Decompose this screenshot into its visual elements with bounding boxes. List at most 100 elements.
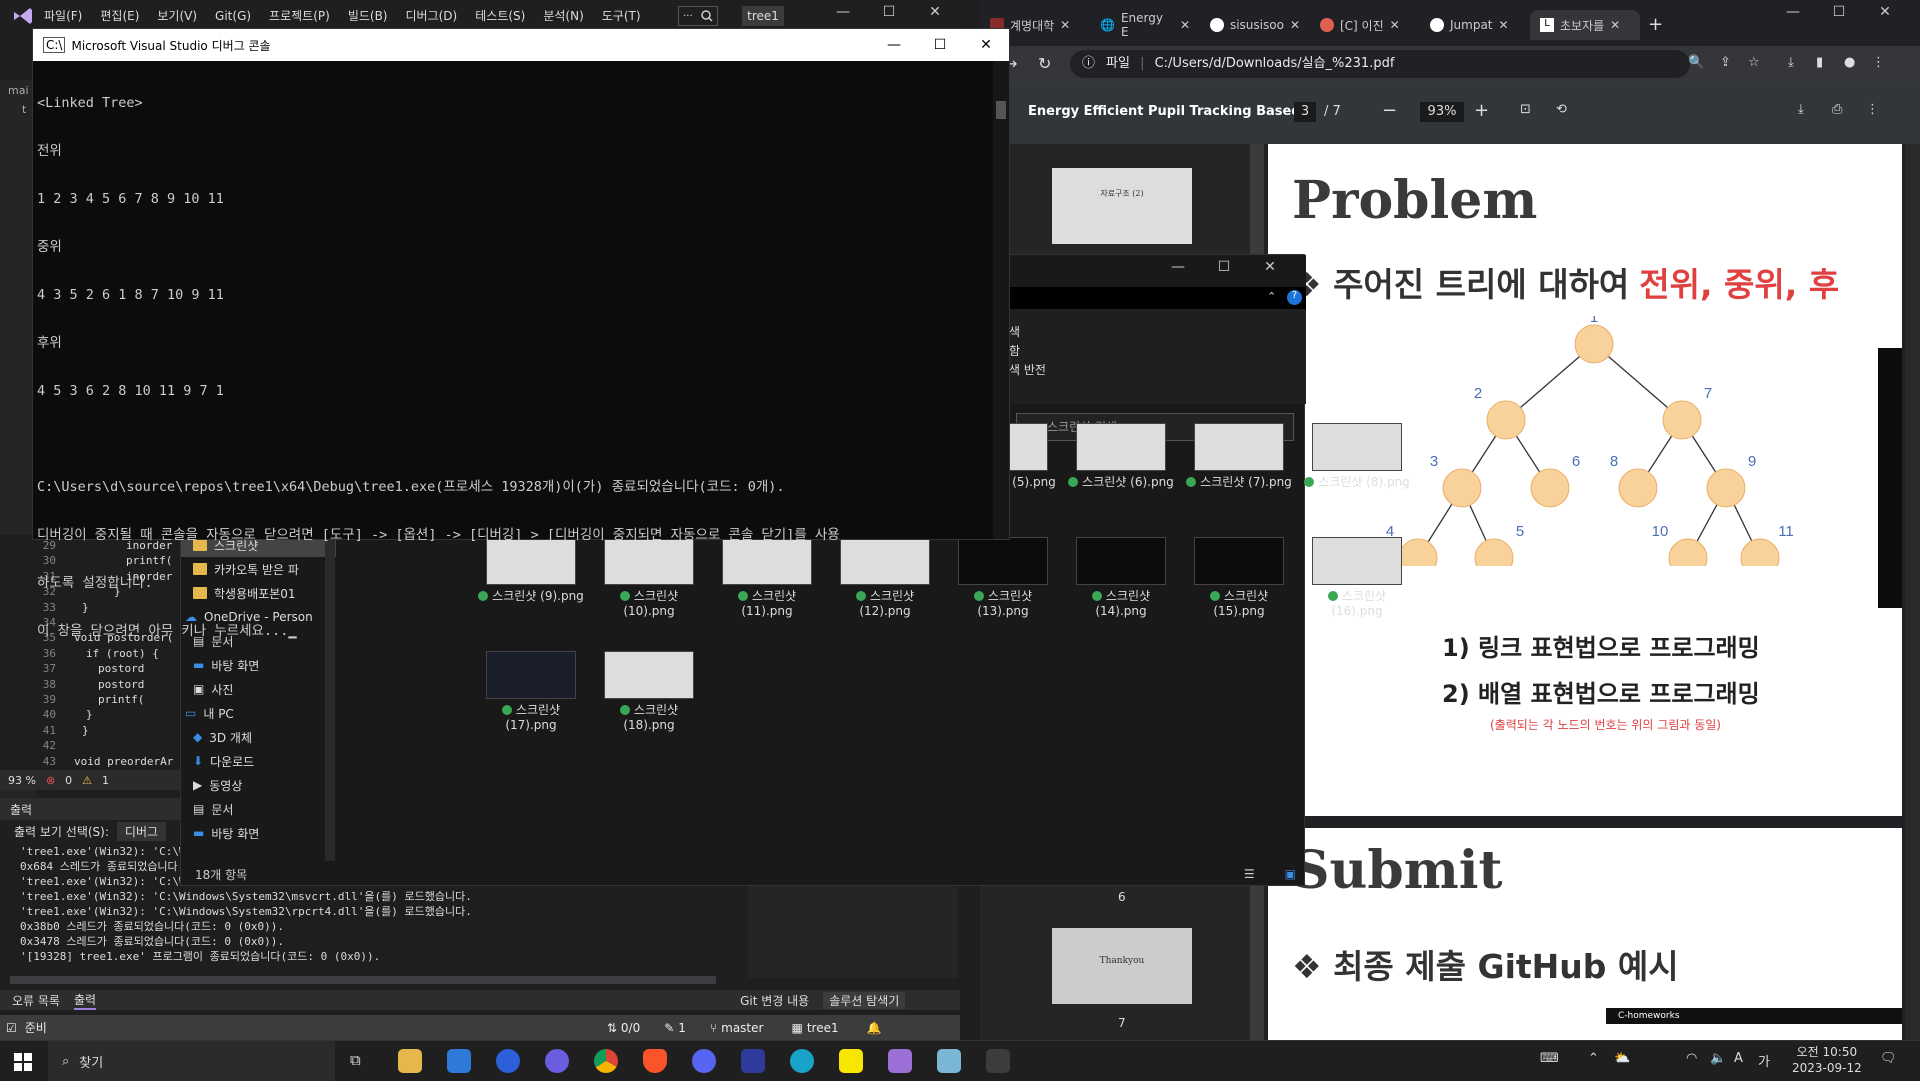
warning-count[interactable]: 1 [102,774,109,787]
ime-mode[interactable]: A [1734,1051,1743,1066]
branch-name[interactable]: master [721,1021,763,1035]
tab-error-list[interactable]: 오류 목록 [12,992,60,1009]
bookmark-star-icon[interactable]: ☆ [1748,55,1760,70]
brave-taskbar-icon[interactable] [643,1049,667,1073]
close-icon[interactable]: ✕ [1390,18,1400,32]
side-panel-icon[interactable]: ▮ [1816,55,1823,70]
thumbnail-view-icon[interactable]: ▣ [1285,867,1296,881]
wifi-icon[interactable]: ◠ [1686,1051,1697,1066]
file-name[interactable]: 스크린샷 (8).png [1302,475,1412,490]
new-tab-icon[interactable]: + [1648,14,1663,35]
ime-language[interactable]: 가 [1758,1051,1770,1070]
error-count[interactable]: 0 [65,774,72,787]
scroll-thumb[interactable] [996,101,1006,119]
edge-taskbar-icon[interactable] [790,1049,814,1073]
page-number-input[interactable]: 3 [1294,102,1316,122]
menu-test[interactable]: 테스트(S) [475,7,525,24]
close-icon[interactable]: ✕ [1180,18,1190,32]
menu-view[interactable]: 보기(V) [157,7,197,24]
minimize-icon[interactable]: — [820,4,866,20]
close-icon[interactable]: ✕ [963,37,1009,53]
touch-keyboard-icon[interactable]: ⌨ [1540,1051,1559,1066]
maximize-icon[interactable]: ☐ [917,37,963,53]
file-thumbnail[interactable] [1194,423,1284,471]
chrome-taskbar-icon[interactable] [594,1049,618,1073]
file-thumbnail[interactable] [1312,423,1402,471]
download-icon[interactable]: ⤓ [1788,55,1794,70]
tab-git-changes[interactable]: Git 변경 내용 [740,992,809,1009]
print-icon[interactable]: ⎙ [1832,102,1842,117]
browser-tab[interactable]: [C] 이진 ✕ [1310,10,1420,40]
file-thumbnail[interactable] [1194,537,1284,585]
nav-item-pictures[interactable]: ▣ 사진 [181,677,336,701]
app-taskbar-icon[interactable] [545,1049,569,1073]
vs-search-button[interactable]: ··· [678,6,718,26]
tab-solution-explorer[interactable]: 솔루션 탐색기 [823,991,906,1009]
nav-item-3d-objects[interactable]: ◆ 3D 개체 [181,725,336,749]
close-icon[interactable]: ✕ [1060,18,1070,32]
file-name[interactable]: 스크린샷 (6).png [1066,475,1176,490]
rotate-icon[interactable]: ⟲ [1556,102,1567,117]
zoom-search-icon[interactable]: 🔍 [1688,55,1704,70]
file-explorer-taskbar-icon[interactable] [398,1049,422,1073]
page-thumbnail[interactable]: Thankyou [1052,928,1192,1004]
repo-name[interactable]: tree1 [807,1021,839,1035]
file-name[interactable]: 스크린샷 (16).png [1302,589,1412,619]
output-source-dropdown[interactable]: 디버그 [116,821,167,841]
menu-debug[interactable]: 디버그(D) [406,7,458,24]
console-output[interactable]: <Linked Tree> 전위 1 2 3 4 5 6 7 8 9 10 11… [33,61,1009,673]
discord-taskbar-icon[interactable] [692,1049,716,1073]
close-icon[interactable]: ✕ [1499,18,1509,32]
zoom-in-icon[interactable]: + [1474,100,1489,121]
console-taskbar-icon[interactable] [986,1049,1010,1073]
file-name[interactable]: 스크린샷 (15).png [1184,589,1294,619]
app-taskbar-icon[interactable] [741,1049,765,1073]
nav-item-this-pc[interactable]: ▭ 내 PC [181,701,336,725]
kakaotalk-taskbar-icon[interactable] [839,1049,863,1073]
notification-bell-icon[interactable]: 🔔 [867,1021,882,1035]
close-icon[interactable]: ✕ [1610,18,1620,32]
app-taskbar-icon[interactable] [937,1049,961,1073]
sync-count[interactable]: 0/0 [621,1021,640,1035]
pending-changes-count[interactable]: 1 [678,1021,686,1035]
menu-edit[interactable]: 편집(E) [100,7,139,24]
minimize-icon[interactable]: — [1770,4,1816,20]
pdf-menu-icon[interactable]: ⋮ [1866,102,1879,117]
output-horizontal-scrollbar[interactable] [10,976,716,984]
taskbar-search[interactable]: ⌕ 찾기 [48,1041,335,1081]
menu-file[interactable]: 파일(F) [44,7,82,24]
nav-item-videos[interactable]: ▶ 동영상 [181,773,336,797]
fit-page-icon[interactable]: ⊡ [1520,102,1531,117]
menu-project[interactable]: 프로젝트(P) [269,7,330,24]
pdf-page-scrollbar[interactable] [1905,144,1920,1040]
menu-build[interactable]: 빌드(B) [348,7,388,24]
page-thumbnail[interactable]: 자료구조 (2) [1052,168,1192,244]
nav-item-desktop-pc[interactable]: ▬ 바탕 화면 [181,821,336,845]
file-name[interactable]: 스크린샷 (14).png [1066,589,1176,619]
url-bar[interactable]: ⓘ 파일 | C:/Users/d/Downloads/실습_%231.pdf [1070,50,1690,78]
file-thumbnail[interactable] [1076,537,1166,585]
clock[interactable]: 오전 10:50 2023-09-12 [1792,1044,1862,1076]
file-thumbnail[interactable] [1312,537,1402,585]
browser-tab[interactable]: Jumpat ✕ [1420,10,1530,40]
mail-taskbar-icon[interactable] [447,1049,471,1073]
file-thumbnail[interactable] [1076,423,1166,471]
windows-start-icon[interactable] [14,1053,32,1071]
zoom-level[interactable]: 93 % [8,774,36,787]
tab-output[interactable]: 출력 [73,991,97,1010]
close-icon[interactable]: ✕ [912,4,958,20]
maximize-icon[interactable]: ☐ [1816,4,1862,20]
profile-icon[interactable]: ● [1844,55,1855,70]
maximize-icon[interactable]: ☐ [866,4,912,20]
browser-tab-active[interactable]: L 초보자를 ✕ [1530,10,1640,40]
file-name[interactable]: 스크린샷 (18).png [594,703,704,733]
details-view-icon[interactable]: ☰ [1244,867,1255,881]
file-name[interactable]: 스크린샷 (17).png [476,703,586,733]
file-name[interactable]: 스크린샷 (7).png [1184,475,1294,490]
pdf-download-icon[interactable]: ⤓ [1798,102,1804,117]
reload-icon[interactable]: ↻ [1038,54,1051,73]
menu-kebab-icon[interactable]: ⋮ [1872,55,1885,70]
share-icon[interactable]: ⇪ [1720,55,1731,70]
nav-item-documents-pc[interactable]: ▤ 문서 [181,797,336,821]
network-icon[interactable]: ⛅ [1614,1051,1630,1066]
